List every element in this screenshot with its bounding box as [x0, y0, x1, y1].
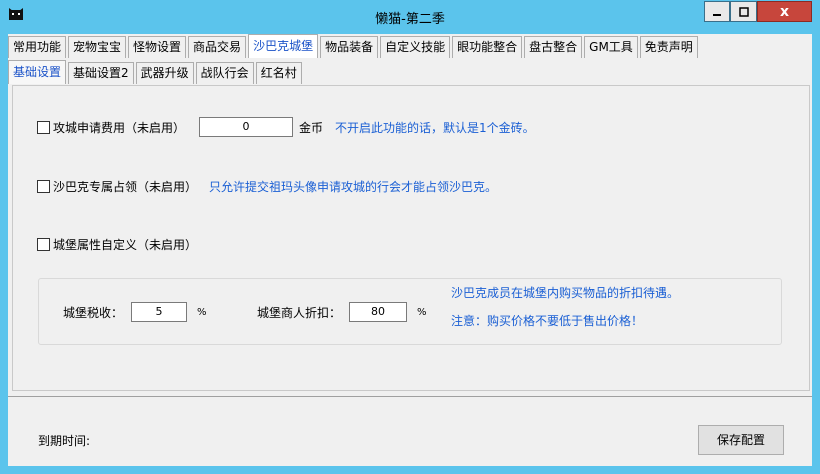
footer-divider [8, 396, 812, 397]
siege-fee-unit: 金币 [299, 120, 324, 135]
tab-pet[interactable]: 宠物宝宝 [68, 36, 127, 58]
sub-tab-bar: 基础设置 基础设置2 武器升级 战队行会 红名村 [8, 60, 304, 84]
tab-trade[interactable]: 商品交易 [188, 36, 247, 58]
close-icon: x [779, 3, 790, 20]
tab-red-village[interactable]: 红名村 [255, 62, 302, 84]
tax-label: 城堡税收： [63, 305, 124, 320]
tax-row: 城堡税收： 5 % [63, 302, 207, 322]
maximize-button[interactable] [730, 1, 757, 22]
tab-basic-settings-2[interactable]: 基础设置2 [68, 62, 134, 84]
tab-weapon-upgrade[interactable]: 武器升级 [135, 62, 194, 84]
tab-custom-skills[interactable]: 自定义技能 [380, 36, 451, 58]
siege-fee-hint: 不开启此功能的话，默认是1个金砖。 [335, 120, 535, 135]
discount-hint-2: 注意：购买价格不要低于售出价格！ [451, 314, 644, 328]
castle-attr-checkbox[interactable] [37, 238, 50, 251]
client-area: 常用功能 宠物宝宝 怪物设置 商品交易 沙巴克城堡 物品装备 自定义技能 眼功能… [8, 34, 812, 466]
castle-attr-row: 城堡属性自定义（未启用） [37, 236, 197, 253]
tab-pangu[interactable]: 盘古整合 [524, 36, 583, 58]
settings-panel: 攻城申请费用（未启用） 0 金币 不开启此功能的话，默认是1个金砖。 沙巴克专属… [12, 85, 810, 391]
window-title: 懒猫-第二季 [375, 12, 445, 27]
discount-unit: % [417, 306, 427, 318]
minimize-button[interactable] [704, 1, 730, 22]
siege-fee-input[interactable]: 0 [199, 117, 294, 137]
siege-fee-checkbox[interactable] [37, 120, 50, 134]
tab-guild-war[interactable]: 战队行会 [195, 62, 254, 84]
tab-items[interactable]: 物品装备 [320, 36, 379, 58]
main-tab-bar: 常用功能 宠物宝宝 怪物设置 商品交易 沙巴克城堡 物品装备 自定义技能 眼功能… [8, 34, 700, 58]
minimize-icon [713, 13, 721, 16]
discount-row: 城堡商人折扣： 80 % [257, 302, 427, 322]
tab-sbk-castle[interactable]: 沙巴克城堡 [248, 34, 319, 58]
tab-disclaimer[interactable]: 免责声明 [639, 36, 698, 58]
save-config-button[interactable]: 保存配置 [698, 425, 784, 455]
tab-monster[interactable]: 怪物设置 [128, 36, 187, 58]
tab-gm-tools[interactable]: GM工具 [584, 36, 638, 58]
tab-eye-integration[interactable]: 眼功能整合 [452, 36, 523, 58]
maximize-icon [738, 6, 749, 17]
castle-attr-label: 城堡属性自定义（未启用） [53, 238, 198, 252]
tab-common[interactable]: 常用功能 [8, 36, 67, 58]
close-button[interactable]: x [757, 1, 812, 22]
sbk-exclusive-row: 沙巴克专属占领（未启用） 只允许提交祖玛头像申请攻城的行会才能占领沙巴克。 [37, 178, 497, 195]
tax-unit: % [197, 306, 207, 318]
title-bar[interactable]: 懒猫-第二季 x [0, 0, 820, 34]
sbk-exclusive-label: 沙巴克专属占领（未启用） [53, 180, 198, 194]
discount-label: 城堡商人折扣： [257, 305, 342, 320]
discount-input[interactable]: 80 [349, 302, 408, 322]
app-window: 懒猫-第二季 x 常用功能 宠物宝宝 怪物设置 商品交易 沙巴克城堡 物品装备 … [0, 0, 820, 474]
siege-fee-row: 攻城申请费用（未启用） 0 金币 不开启此功能的话，默认是1个金砖。 [37, 117, 535, 137]
tax-input[interactable]: 5 [131, 302, 188, 322]
tax-discount-group: 城堡税收： 5 % 城堡商人折扣： 80 % 沙巴克成员在城堡内购买物品的折扣待… [38, 278, 782, 345]
discount-hint-1: 沙巴克成员在城堡内购买物品的折扣待遇。 [451, 286, 680, 300]
sbk-exclusive-hint: 只允许提交祖玛头像申请攻城的行会才能占领沙巴克。 [209, 180, 498, 194]
expire-time-label: 到期时间: [38, 434, 91, 448]
siege-fee-label: 攻城申请费用（未启用） [53, 120, 186, 135]
tab-basic-settings[interactable]: 基础设置 [8, 60, 67, 84]
sbk-exclusive-checkbox[interactable] [37, 180, 50, 193]
